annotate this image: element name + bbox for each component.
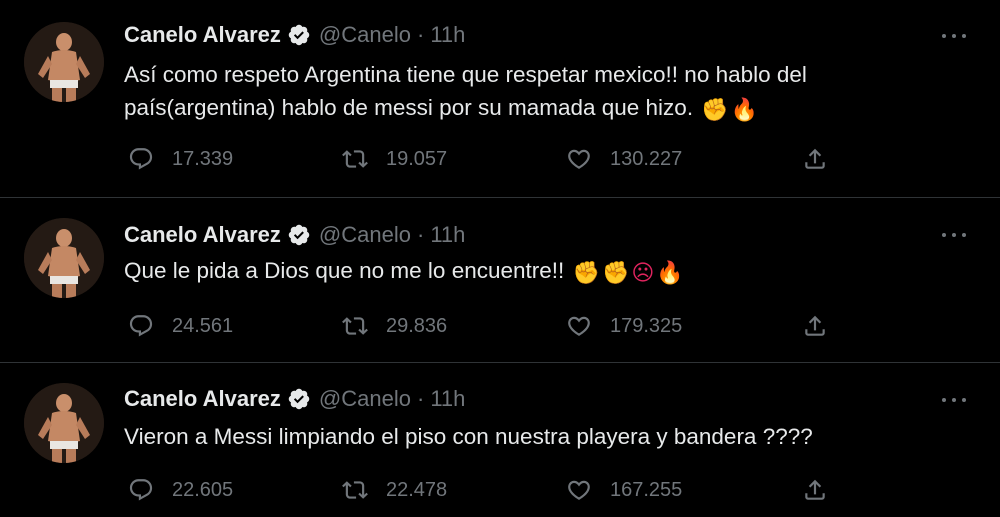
share-icon — [805, 479, 825, 500]
reply-button[interactable]: 17.339 — [128, 144, 233, 174]
author-name[interactable]: Canelo Alvarez — [124, 222, 281, 248]
verified-badge-icon — [287, 23, 311, 47]
heart-icon — [568, 149, 590, 169]
heart-icon — [568, 480, 590, 500]
avatar-photo — [24, 383, 104, 463]
tweet-actions: 24.561 29.836 179.325 — [124, 311, 844, 341]
like-count: 130.227 — [610, 147, 683, 170]
timestamp[interactable]: 11h — [430, 22, 465, 48]
share-button[interactable] — [802, 144, 828, 174]
timeline: Canelo Alvarez @Canelo · 11h Así como re… — [0, 0, 1000, 517]
retweet-count: 22.478 — [386, 478, 448, 501]
like-button[interactable]: 130.227 — [566, 144, 682, 174]
tweet-header: Canelo Alvarez @Canelo · 11h — [124, 220, 465, 250]
reply-button[interactable]: 22.605 — [128, 475, 233, 505]
oncoming-fist-emoji: ✊ — [701, 98, 729, 123]
retweet-icon — [342, 317, 368, 335]
separator: · — [416, 222, 425, 247]
avatar[interactable] — [24, 22, 104, 102]
share-icon — [805, 148, 825, 169]
timestamp[interactable]: 11h — [430, 386, 465, 412]
reply-icon — [129, 315, 153, 337]
author-handle[interactable]: @Canelo — [319, 222, 411, 248]
author-handle[interactable]: @Canelo — [319, 386, 411, 412]
tweet[interactable]: Canelo Alvarez @Canelo · 11h Así como re… — [0, 0, 1000, 198]
tweet-text-body: Vieron a Messi limpiando el piso con nue… — [124, 424, 813, 449]
more-icon[interactable] — [942, 26, 966, 46]
share-icon — [805, 315, 825, 336]
verified-badge-icon — [287, 387, 311, 411]
retweet-icon — [342, 150, 368, 168]
more-icon[interactable] — [942, 225, 966, 245]
author-handle[interactable]: @Canelo — [319, 22, 411, 48]
share-button[interactable] — [802, 311, 828, 341]
tweet-text: Vieron a Messi limpiando el piso con nue… — [124, 420, 944, 453]
heart-icon — [568, 316, 590, 336]
verified-badge-icon — [287, 223, 311, 247]
like-count: 167.255 — [610, 478, 683, 501]
avatar[interactable] — [24, 383, 104, 463]
more-icon[interactable] — [942, 390, 966, 410]
separator: · — [416, 22, 425, 47]
retweet-button[interactable]: 22.478 — [342, 475, 447, 505]
tweet-text: Así como respeto Argentina tiene que res… — [124, 58, 944, 124]
reply-icon — [129, 479, 153, 501]
oncoming-fist-emoji: ✊ — [572, 261, 600, 286]
tweet-actions: 22.605 22.478 167.255 — [124, 475, 844, 505]
reply-count: 17.339 — [172, 147, 234, 170]
retweet-button[interactable]: 19.057 — [342, 144, 447, 174]
avatar-photo — [24, 218, 104, 298]
tweet[interactable]: Canelo Alvarez @Canelo · 11h Que le pida… — [0, 199, 1000, 363]
retweet-count: 19.057 — [386, 147, 448, 170]
timestamp[interactable]: 11h — [430, 222, 465, 248]
share-button[interactable] — [802, 475, 828, 505]
reply-count: 24.561 — [172, 314, 234, 337]
oncoming-fist-emoji: ✊ — [601, 261, 630, 286]
face-with-symbols-on-mouth-emoji: ☹ — [631, 261, 655, 286]
tweet-text: Que le pida a Dios que no me lo encuentr… — [124, 254, 944, 287]
tweet[interactable]: Canelo Alvarez @Canelo · 11h Vieron a Me… — [0, 364, 1000, 517]
reply-count: 22.605 — [172, 478, 234, 501]
tweet-text-body: Que le pida a Dios que no me lo encuentr… — [124, 258, 565, 283]
avatar-photo — [24, 22, 104, 102]
fire-emoji: 🔥 — [656, 261, 684, 286]
author-name[interactable]: Canelo Alvarez — [124, 22, 281, 48]
tweet-actions: 17.339 19.057 130.227 — [124, 144, 844, 174]
retweet-icon — [342, 481, 368, 499]
retweet-button[interactable]: 29.836 — [342, 311, 447, 341]
fire-emoji: 🔥 — [730, 98, 759, 123]
tweet-header: Canelo Alvarez @Canelo · 11h — [124, 384, 465, 414]
separator: · — [416, 386, 425, 411]
like-button[interactable]: 167.255 — [566, 475, 682, 505]
like-button[interactable]: 179.325 — [566, 311, 682, 341]
reply-button[interactable]: 24.561 — [128, 311, 233, 341]
like-count: 179.325 — [610, 314, 683, 337]
author-name[interactable]: Canelo Alvarez — [124, 386, 281, 412]
avatar[interactable] — [24, 218, 104, 298]
retweet-count: 29.836 — [386, 314, 448, 337]
reply-icon — [129, 148, 153, 170]
tweet-header: Canelo Alvarez @Canelo · 11h — [124, 20, 465, 50]
